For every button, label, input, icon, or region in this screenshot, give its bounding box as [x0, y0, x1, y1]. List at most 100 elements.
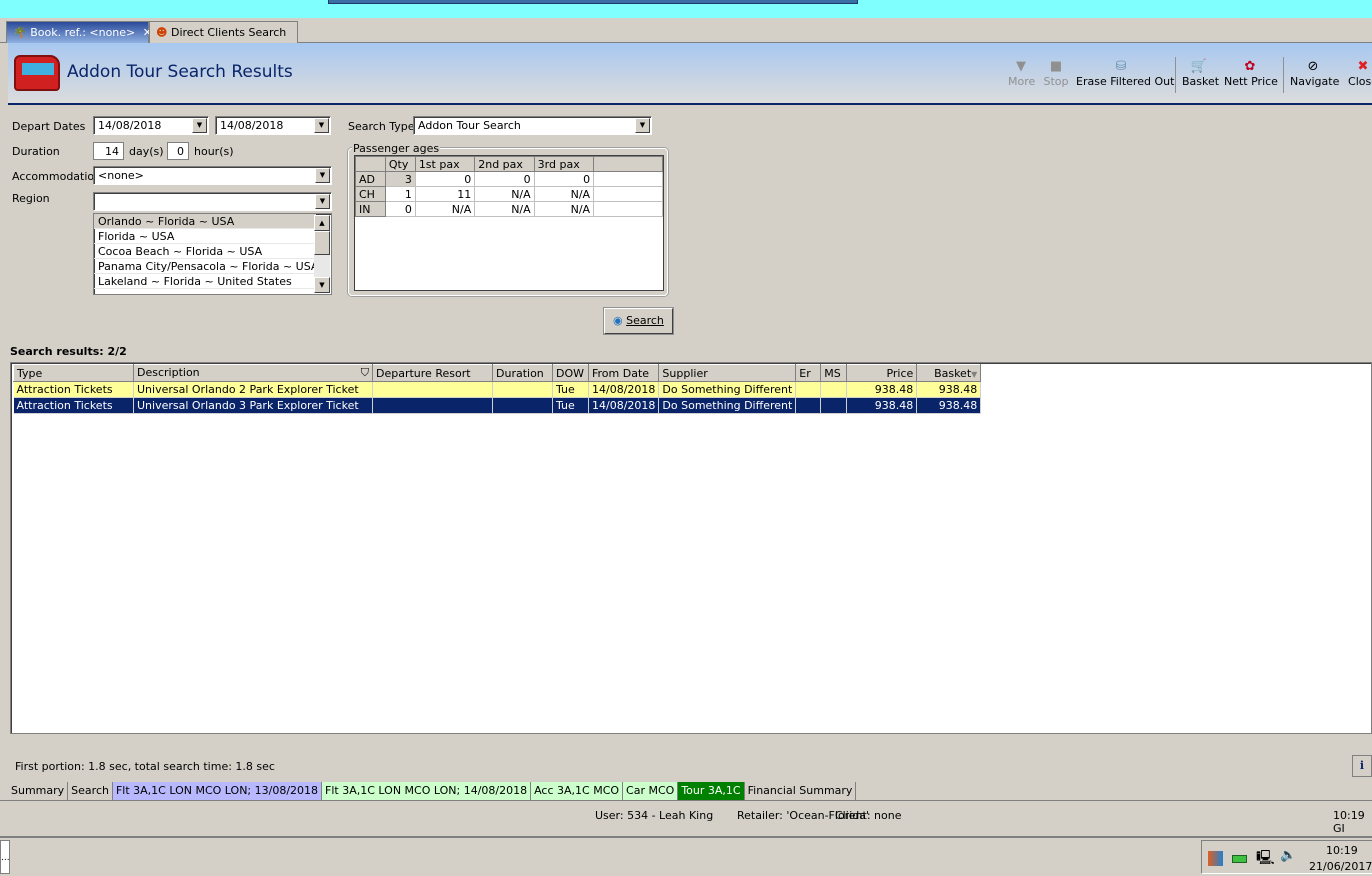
accommodation-select[interactable]: <none> ▼	[93, 166, 332, 185]
accommodation-label: Accommodation	[12, 170, 102, 183]
pax-cell[interactable]: 0	[474, 171, 535, 187]
bus-icon	[14, 55, 60, 91]
region-item[interactable]: Panama City/Pensacola ~ Florida ~ USA	[94, 259, 316, 274]
navigate-button[interactable]: ⊘ Navigate	[1290, 59, 1339, 88]
info-button[interactable]: i	[1352, 755, 1372, 777]
erase-filtered-out-button[interactable]: ⛁ Erase Filtered Out	[1076, 59, 1174, 88]
background-window	[328, 0, 858, 4]
cell-dow: Tue	[552, 397, 589, 414]
cell-from-date: 14/08/2018	[588, 381, 660, 398]
region-item[interactable]: Cocoa Beach ~ Florida ~ USA	[94, 244, 316, 259]
bottom-tab-active[interactable]: Tour 3A,1C	[678, 782, 745, 800]
status-time: 10:19 GI	[1333, 809, 1365, 835]
basket-button[interactable]: 🛒 Basket	[1182, 59, 1219, 88]
duration-hours-input[interactable]: 0	[167, 142, 189, 160]
table-row-selected[interactable]: Attraction Tickets Universal Orlando 3 P…	[13, 397, 982, 414]
chevron-down-icon[interactable]: ▼	[314, 118, 329, 133]
tab-direct-clients-search[interactable]: ☻ Direct Clients Search	[149, 21, 298, 43]
region-item[interactable]: Florida ~ USA	[94, 229, 316, 244]
region-list[interactable]: Orlando ~ Florida ~ USA Florida ~ USA Co…	[93, 213, 332, 295]
status-client: Client: none	[835, 809, 902, 822]
bottom-tab[interactable]: Flt 3A,1C LON MCO LON; 14/08/2018	[322, 782, 532, 800]
scrollbar[interactable]: ▲ ▼	[314, 215, 330, 293]
bottom-tab[interactable]: Flt 3A,1C LON MCO LON; 13/08/2018	[112, 782, 323, 800]
bottom-tab[interactable]: Car MCO	[623, 782, 679, 800]
depart-to-field[interactable]: 14/08/2018 ▼	[215, 116, 331, 135]
pax-cell[interactable]: N/A	[474, 201, 535, 217]
more-button[interactable]: ▼ More	[1008, 59, 1035, 88]
chevron-down-icon[interactable]: ▼	[192, 118, 207, 133]
pax-header	[355, 156, 386, 172]
duration-days-input[interactable]: 14	[93, 142, 124, 160]
chevron-down-icon[interactable]: ▼	[315, 168, 330, 183]
region-item[interactable]: Orlando ~ Florida ~ USA	[94, 214, 316, 229]
pax-header-row: Qty 1st pax 2nd pax 3rd pax	[355, 156, 663, 172]
clock-date: 21/06/2017	[1309, 860, 1372, 873]
cell-description: Universal Orlando 3 Park Explorer Ticket	[133, 397, 373, 414]
close-button[interactable]: ✖Close	[1346, 59, 1372, 88]
pax-cell[interactable]: N/A	[474, 186, 535, 202]
network-icon[interactable]: 🖳	[1256, 847, 1275, 871]
cell-supplier: Do Something Different	[658, 397, 797, 414]
pax-cell[interactable]: 0	[414, 171, 476, 187]
pax-header: 1st pax	[414, 156, 476, 172]
toolbar-separator	[1175, 57, 1176, 93]
divider	[0, 800, 1372, 801]
depart-from-field[interactable]: 14/08/2018 ▼	[93, 116, 209, 135]
filter-icon[interactable]: ⛉	[361, 366, 369, 380]
search-results-count: Search results: 2/2	[10, 345, 127, 358]
column-header[interactable]: Price	[846, 364, 918, 382]
column-header[interactable]: Departure Resort	[372, 364, 493, 382]
search-button[interactable]: ◉ Search	[604, 308, 673, 334]
column-header[interactable]: MS	[820, 364, 848, 382]
column-header[interactable]: Supplier	[658, 364, 797, 382]
region-select[interactable]: ▼	[93, 192, 332, 211]
cell-price: 938.48	[846, 397, 918, 414]
pax-header: 3rd pax	[533, 156, 595, 172]
pax-header: 2nd pax	[474, 156, 535, 172]
chevron-down-icon[interactable]: ▼	[635, 118, 650, 133]
status-bar: User: 534 - Leah King Retailer: 'Ocean-F…	[0, 806, 1372, 835]
tab-booking[interactable]: 🌴 Book. ref.: <none> ✕	[6, 21, 152, 43]
column-header[interactable]: Description ⛉	[133, 364, 373, 382]
cell-er	[795, 381, 822, 398]
region-item[interactable]: Lakeland ~ Florida ~ United States	[94, 274, 316, 289]
volume-muted-icon[interactable]: 🔈	[1280, 848, 1296, 863]
bottom-tab[interactable]: Financial Summary	[745, 782, 857, 800]
nett-price-button[interactable]: ✿ Nett Price	[1224, 59, 1278, 88]
antivirus-icon[interactable]	[1208, 851, 1223, 866]
chevron-down-icon[interactable]: ▼	[315, 194, 330, 209]
bottom-tab[interactable]: Summary	[8, 782, 69, 800]
region-label: Region	[12, 192, 50, 205]
column-header[interactable]: Type	[13, 364, 134, 382]
search-type-select[interactable]: Addon Tour Search ▼	[413, 116, 652, 135]
cell-from-date: 14/08/2018	[588, 397, 660, 414]
pax-cell[interactable]: 0	[533, 171, 595, 187]
column-header[interactable]: Duration	[492, 364, 553, 382]
scroll-thumb[interactable]	[314, 231, 330, 255]
bottom-tab[interactable]: Acc 3A,1C MCO	[531, 782, 624, 800]
triangle-down-icon: ▼	[1016, 59, 1026, 74]
pax-cell[interactable]: 0	[384, 201, 416, 217]
depart-dates-label: Depart Dates	[12, 120, 86, 133]
table-row[interactable]: Attraction Tickets Universal Orlando 2 P…	[13, 381, 982, 398]
pax-cell[interactable]: 1	[384, 186, 416, 202]
pax-cell[interactable]: N/A	[533, 186, 595, 202]
scroll-down-icon[interactable]: ▼	[314, 277, 330, 293]
pax-cell[interactable]: 11	[414, 186, 476, 202]
pax-cell[interactable]: N/A	[533, 201, 595, 217]
column-header[interactable]: Basket▼	[916, 364, 982, 382]
column-header[interactable]: Er	[795, 364, 822, 382]
palm-tree-icon: 🌴	[13, 26, 27, 39]
network-card-icon[interactable]	[1232, 855, 1247, 863]
stop-button[interactable]: ■ Stop	[1043, 59, 1069, 88]
pax-cell[interactable]: N/A	[414, 201, 476, 217]
start-button[interactable]: ...	[0, 840, 10, 874]
column-header[interactable]: From Date	[587, 364, 660, 382]
taskbar: ... 🖳 🔈 10:19 21/06/2017	[0, 836, 1372, 876]
scroll-up-icon[interactable]: ▲	[314, 215, 330, 231]
bottom-tab[interactable]: Search	[68, 782, 113, 800]
column-header[interactable]: DOW	[552, 364, 589, 382]
pax-cell[interactable]: 3	[384, 171, 416, 187]
cell-er	[795, 397, 822, 414]
